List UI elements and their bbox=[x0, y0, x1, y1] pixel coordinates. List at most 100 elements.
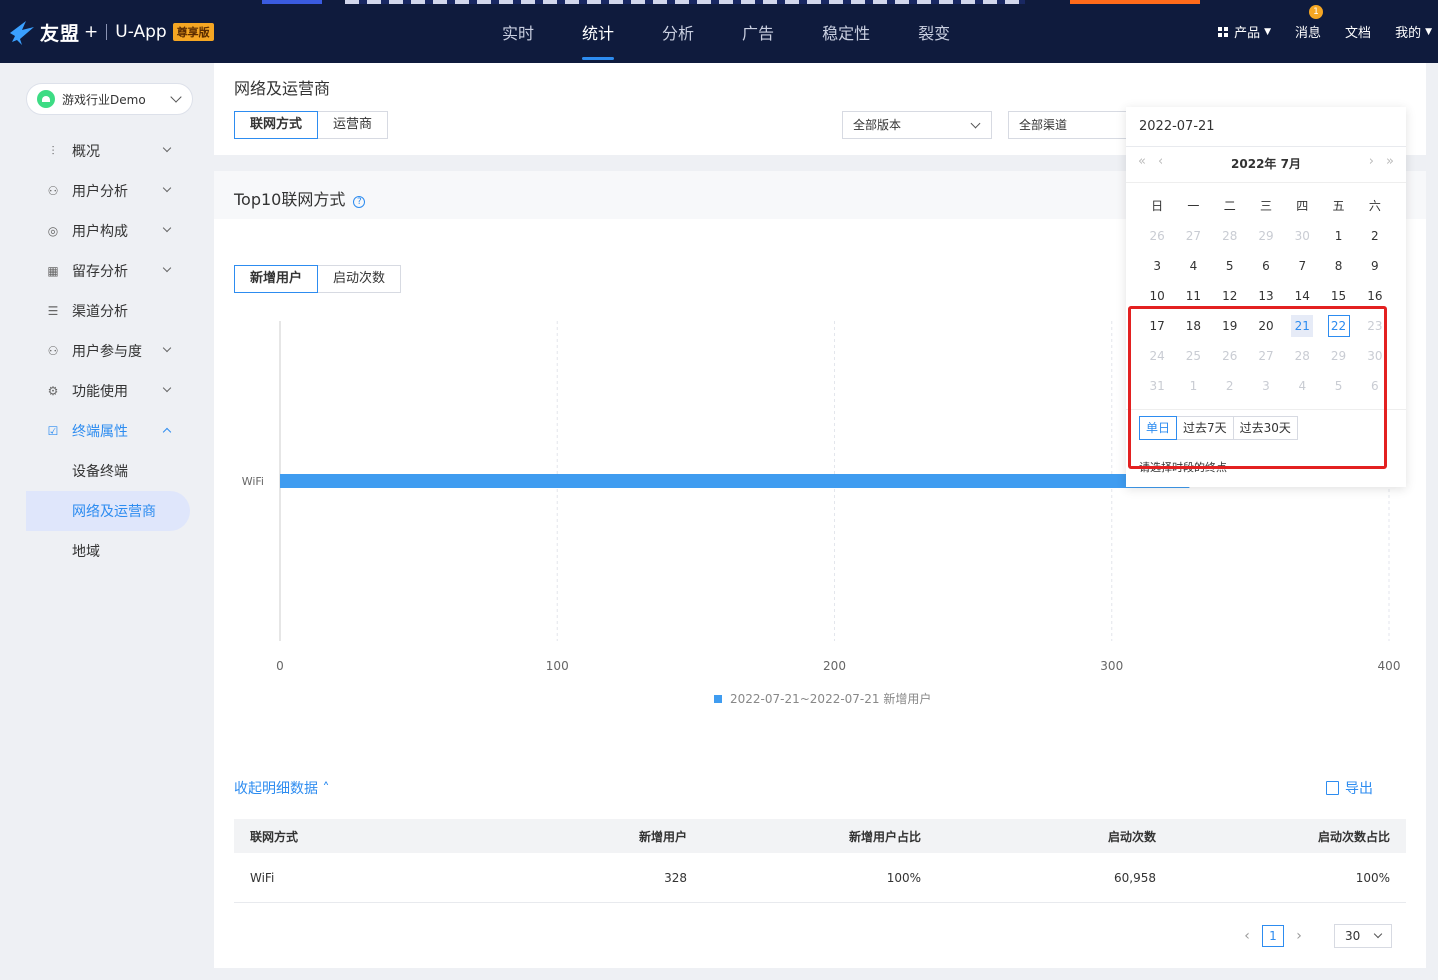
calendar-day[interactable]: 1 bbox=[1320, 221, 1356, 251]
column-header[interactable]: 联网方式 bbox=[234, 828, 494, 845]
x-tick-label: 100 bbox=[546, 659, 569, 673]
column-header[interactable]: 新增用户占比 bbox=[687, 828, 921, 845]
product-name: U-App bbox=[115, 22, 167, 42]
nav-realtime[interactable]: 实时 bbox=[478, 0, 558, 63]
calendar-day-number: 15 bbox=[1330, 289, 1347, 303]
version-select[interactable]: 全部版本 bbox=[842, 111, 992, 139]
account-menu[interactable]: 我的 ▼ bbox=[1395, 22, 1432, 41]
messages-label: 消息 bbox=[1295, 26, 1322, 41]
table-header: 联网方式 新增用户 新增用户占比 启动次数 启动次数占比 bbox=[234, 819, 1406, 853]
nav-fission[interactable]: 裂变 bbox=[894, 0, 974, 63]
next-page-icon[interactable]: › bbox=[1290, 928, 1308, 944]
calendar-day-number: 29 bbox=[1258, 229, 1274, 243]
calendar-day-number: 6 bbox=[1262, 259, 1270, 273]
main-nav: 实时 统计 分析 广告 稳定性 裂变 bbox=[478, 0, 974, 63]
top-navigation-bar: 友盟 + U-App 尊享版 实时 统计 分析 广告 稳定性 裂变 产品 ▼ 消… bbox=[0, 0, 1438, 63]
sidebar-subitem-network[interactable]: 网络及运营商 bbox=[26, 491, 190, 531]
chevron-up-icon bbox=[162, 427, 172, 437]
android-icon bbox=[37, 90, 55, 108]
calendar-day[interactable]: 6 bbox=[1248, 251, 1284, 281]
weekday-label: 一 bbox=[1187, 199, 1200, 213]
calendar-day-number: 16 bbox=[1367, 289, 1383, 303]
brand-name: 友盟 bbox=[40, 22, 81, 45]
column-header[interactable]: 新增用户 bbox=[494, 828, 687, 845]
sidebar-item-label: 概况 bbox=[72, 144, 100, 160]
tab-new-users[interactable]: 新增用户 bbox=[234, 265, 319, 293]
legend-label: 2022-07-21~2022-07-21 新增用户 bbox=[730, 691, 931, 706]
calendar-day-number: 14 bbox=[1294, 289, 1310, 303]
calendar-day[interactable]: 8 bbox=[1320, 251, 1356, 281]
tab-launches[interactable]: 启动次数 bbox=[318, 265, 402, 293]
sidebar-subitem-devices[interactable]: 设备终端 bbox=[26, 451, 190, 491]
calendar-day[interactable]: 3 bbox=[1139, 251, 1175, 281]
export-button[interactable]: 导出 bbox=[1326, 778, 1373, 798]
sidebar-item-terminal[interactable]: ☑ 终端属性 bbox=[26, 411, 190, 451]
next-year-icon[interactable]: » bbox=[1386, 154, 1394, 169]
overview-icon: ⫶ bbox=[51, 143, 55, 158]
weekday-label: 三 bbox=[1259, 199, 1272, 213]
messages-link[interactable]: 消息 1 bbox=[1295, 5, 1324, 41]
tab-carrier[interactable]: 运营商 bbox=[318, 111, 389, 139]
brand-divider bbox=[106, 24, 108, 40]
sidebar-item-feature-usage[interactable]: ⚙ 功能使用 bbox=[26, 371, 190, 411]
chevron-down-icon bbox=[162, 383, 172, 393]
brand-plus: + bbox=[84, 22, 99, 42]
weekday-label: 日 bbox=[1151, 199, 1164, 213]
collapse-detail-link[interactable]: 收起明细数据 ˄ bbox=[234, 778, 329, 798]
calendar-day[interactable]: 4 bbox=[1175, 251, 1211, 281]
calendar-day[interactable]: 9 bbox=[1357, 251, 1393, 281]
calendar-month-title: 2022年 7月 bbox=[1231, 157, 1301, 171]
sidebar-item-overview[interactable]: ⫶ 概况 bbox=[26, 131, 190, 171]
products-menu[interactable]: 产品 ▼ bbox=[1218, 22, 1271, 41]
sidebar-subitem-region[interactable]: 地域 bbox=[26, 531, 190, 571]
metric-tabs: 新增用户 启动次数 bbox=[234, 265, 402, 293]
brand-logo[interactable]: 友盟 + U-App 尊享版 bbox=[8, 17, 214, 47]
calendar-day[interactable]: 5 bbox=[1212, 251, 1248, 281]
nav-analysis[interactable]: 分析 bbox=[638, 0, 718, 63]
page-title: 网络及运营商 bbox=[234, 79, 331, 98]
chevron-down-icon bbox=[162, 263, 172, 273]
chevron-up-icon: ˄ bbox=[318, 781, 330, 797]
help-icon[interactable]: ? bbox=[353, 196, 366, 208]
calendar-day-number: 8 bbox=[1334, 259, 1343, 273]
prev-page-icon[interactable]: ‹ bbox=[1238, 928, 1256, 944]
terminal-icon: ☑ bbox=[47, 424, 59, 438]
calendar-week-row: 3 4 5 6 7 8 9 bbox=[1139, 251, 1393, 281]
app-selector[interactable]: 游戏行业Demo bbox=[26, 83, 193, 115]
table-cell: 100% bbox=[1355, 870, 1390, 885]
export-label: 导出 bbox=[1345, 781, 1373, 797]
calendar-day-number: 30 bbox=[1294, 229, 1310, 243]
sidebar-item-user-analysis[interactable]: ⚇ 用户分析 bbox=[26, 171, 190, 211]
sidebar-item-engagement[interactable]: ⚇ 用户参与度 bbox=[26, 331, 190, 371]
calendar-day[interactable]: 7 bbox=[1284, 251, 1320, 281]
sidebar-item-label: 用户参与度 bbox=[72, 344, 142, 360]
column-header[interactable]: 启动次数占比 bbox=[1156, 828, 1390, 845]
user-analysis-icon: ⚇ bbox=[47, 184, 59, 198]
page-size-select[interactable]: 30 bbox=[1334, 924, 1392, 948]
calendar-day-number: 26 bbox=[1149, 229, 1165, 243]
collapse-detail-label: 收起明细数据 bbox=[234, 781, 318, 797]
sidebar-item-retention[interactable]: ▦ 留存分析 bbox=[26, 251, 190, 291]
weekday-row: 日 一 二 三 四 五 六 bbox=[1139, 191, 1393, 221]
calendar-day: 29 bbox=[1248, 221, 1284, 251]
calendar-day-number: 7 bbox=[1298, 259, 1307, 273]
nav-statistics[interactable]: 统计 bbox=[558, 0, 638, 63]
docs-link[interactable]: 文档 bbox=[1345, 22, 1371, 41]
sidebar-item-user-composition[interactable]: ◎ 用户构成 bbox=[26, 211, 190, 251]
sidebar-item-channel[interactable]: ☰ 渠道分析 bbox=[26, 291, 190, 331]
bar bbox=[280, 474, 1190, 488]
calendar-day-number: 4 bbox=[1189, 259, 1198, 273]
page-number[interactable]: 1 bbox=[1262, 925, 1284, 947]
nav-ads[interactable]: 广告 bbox=[718, 0, 798, 63]
date-input[interactable]: 2022-07-21 bbox=[1126, 107, 1406, 147]
calendar-day[interactable]: 2 bbox=[1357, 221, 1393, 251]
column-header[interactable]: 启动次数 bbox=[921, 828, 1156, 845]
nav-stability[interactable]: 稳定性 bbox=[798, 0, 894, 63]
engagement-icon: ⚇ bbox=[47, 344, 59, 358]
weekday-label: 四 bbox=[1296, 199, 1309, 213]
calendar-day-number: 9 bbox=[1371, 259, 1379, 273]
highlight-annotation-box bbox=[1128, 306, 1387, 469]
x-tick-label: 300 bbox=[1100, 659, 1123, 673]
next-month-icon[interactable]: › bbox=[1369, 154, 1374, 169]
tab-network-type[interactable]: 联网方式 bbox=[234, 111, 319, 139]
